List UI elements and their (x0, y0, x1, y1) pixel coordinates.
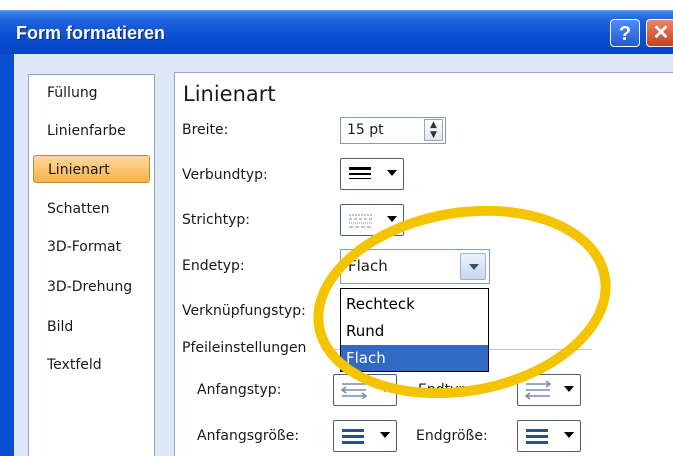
compound-lines-icon (349, 167, 371, 179)
endetyp-options-list: Rechteck Rund Flach (340, 288, 489, 372)
chevron-down-icon (564, 386, 574, 392)
nav-item-bild[interactable]: Bild (47, 319, 73, 335)
arrow-size-icon (526, 429, 548, 444)
endetyp-dropdown-button[interactable] (460, 253, 486, 280)
endetyp-label: Endetyp: (182, 258, 245, 274)
option-rechteck[interactable]: Rechteck (341, 291, 488, 317)
category-list: Füllung Linienfarbe Linienart Schatten 3… (28, 74, 155, 456)
title-bar: Form formatieren ? ✕ (0, 10, 673, 55)
section-heading: Linienart (183, 82, 276, 106)
breite-label: Breite: (182, 122, 229, 138)
verbundtyp-dropdown[interactable] (340, 158, 404, 190)
nav-item-fuellung[interactable]: Füllung (47, 85, 98, 101)
arrow-type-icon (340, 383, 368, 399)
arrow-type-icon (524, 381, 552, 399)
anfangsgroesse-label: Anfangsgröße: (197, 428, 300, 444)
dash-type-icon (349, 214, 373, 228)
anfangstyp-label: Anfangstyp: (197, 382, 282, 398)
breite-spinner[interactable]: ▲ ▼ (424, 119, 443, 141)
endtyp-label: Endtyp: (418, 382, 472, 398)
endetyp-value: Flach (348, 257, 388, 275)
help-button[interactable]: ? (610, 19, 640, 47)
chevron-down-icon (380, 386, 390, 392)
nav-item-textfeld[interactable]: Textfeld (47, 357, 102, 373)
endtyp-dropdown[interactable] (517, 374, 581, 406)
strichtyp-label: Strichtyp: (182, 212, 250, 228)
anfangsgroesse-dropdown[interactable] (333, 420, 397, 452)
option-flach[interactable]: Flach (341, 345, 488, 371)
nav-item-linienfarbe[interactable]: Linienfarbe (47, 123, 126, 139)
anfangstyp-dropdown[interactable] (333, 374, 397, 406)
chevron-down-icon (387, 216, 397, 222)
strichtyp-dropdown[interactable] (340, 204, 404, 236)
verknuepfungstyp-label: Verknüpfungstyp: (182, 303, 306, 319)
chevron-down-icon (469, 264, 479, 270)
window-title: Form formatieren (16, 23, 166, 43)
nav-item-3d-drehung[interactable]: 3D-Drehung (47, 279, 132, 295)
pfeileinstellungen-heading: Pfeileinstellungen (182, 340, 307, 356)
endgroesse-dropdown[interactable] (517, 420, 581, 452)
option-rund[interactable]: Rund (341, 318, 488, 344)
endgroesse-label: Endgröße: (416, 428, 488, 444)
nav-item-schatten[interactable]: Schatten (47, 201, 110, 217)
chevron-down-icon (380, 432, 390, 438)
window-frame (0, 54, 14, 456)
nav-item-linienart[interactable]: Linienart (33, 155, 150, 183)
close-button[interactable]: ✕ (646, 19, 673, 47)
verbundtyp-label: Verbundtyp: (182, 167, 268, 183)
nav-item-3d-format[interactable]: 3D-Format (47, 239, 121, 255)
chevron-down-icon (564, 432, 574, 438)
arrow-size-icon (342, 429, 364, 444)
chevron-down-icon (387, 170, 397, 176)
endetyp-combobox[interactable]: Flach (340, 249, 490, 284)
